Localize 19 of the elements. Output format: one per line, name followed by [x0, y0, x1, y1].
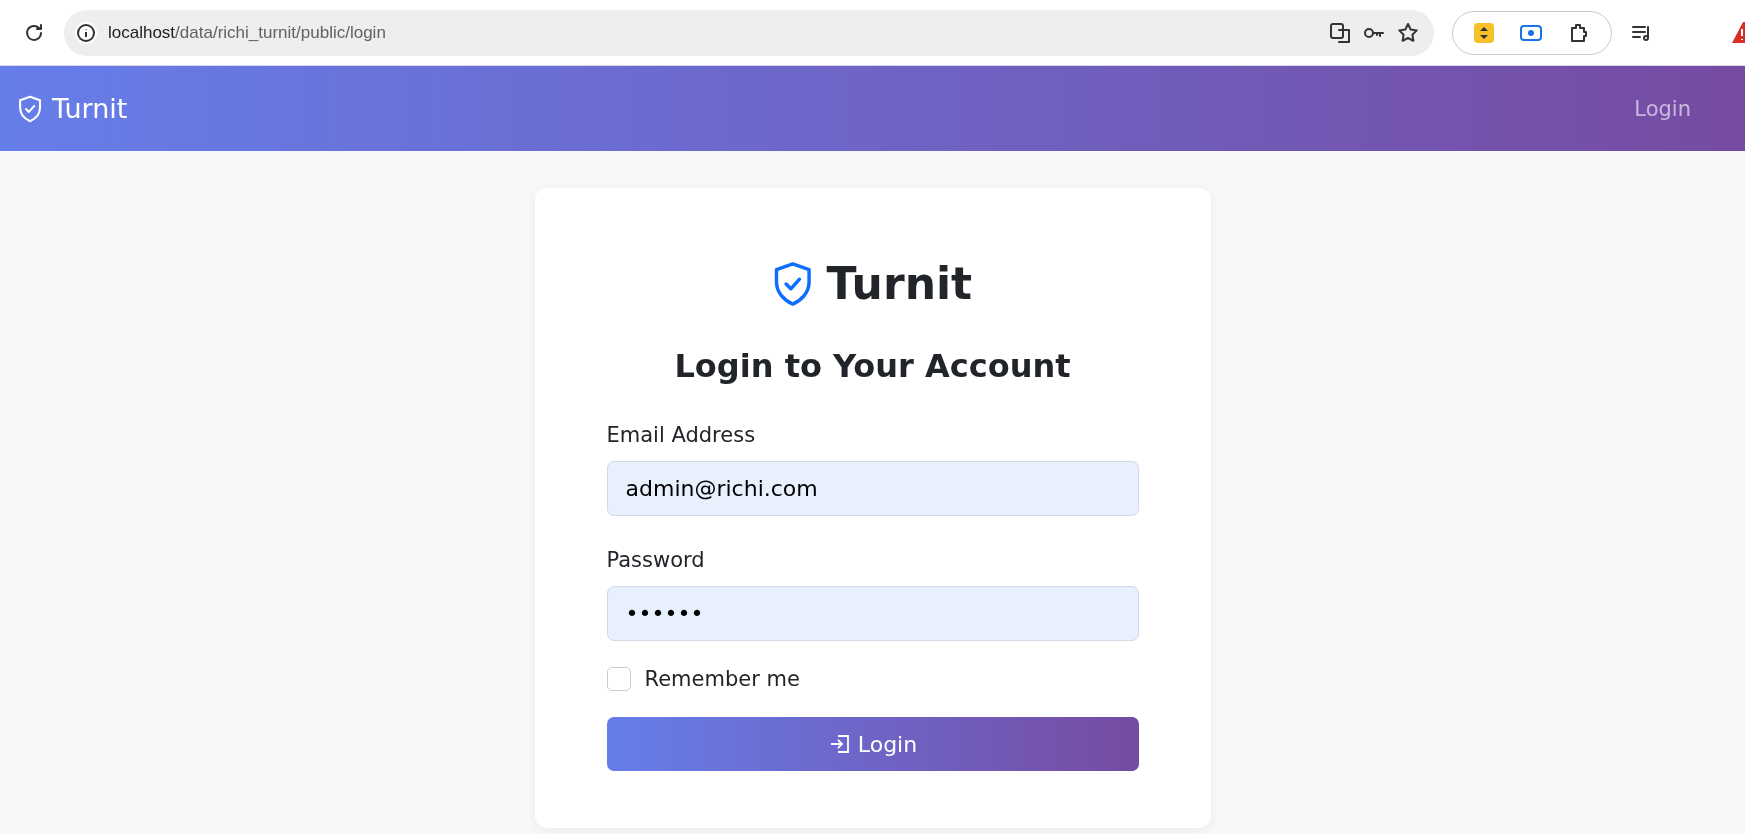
translate-icon[interactable] [1328, 20, 1352, 45]
checkbox-label[interactable]: Remember me [644, 667, 800, 691]
login-button[interactable]: Login [606, 717, 1139, 771]
password-field[interactable]: •••••• [606, 586, 1139, 641]
star-icon[interactable] [1396, 20, 1420, 45]
form-heading: Login to Your Account [673, 347, 1072, 385]
remember-checkbox[interactable] [606, 667, 631, 691]
extension-icon[interactable] [1473, 21, 1495, 44]
shield-icon [18, 94, 43, 123]
warning-icon[interactable] [1731, 20, 1745, 45]
email-field[interactable]: admin@richi.com [606, 461, 1139, 516]
record-icon[interactable] [1519, 22, 1543, 43]
logo-text: Turnit [826, 258, 973, 309]
info-icon[interactable] [74, 20, 98, 45]
brand-name[interactable]: Turnit [52, 93, 128, 124]
field-label: Email Address [606, 423, 757, 447]
shield-icon [772, 260, 813, 307]
field-label: Password [606, 548, 706, 572]
address-bar[interactable]: localhost/data/richi_turnit/public/login [64, 9, 1434, 56]
